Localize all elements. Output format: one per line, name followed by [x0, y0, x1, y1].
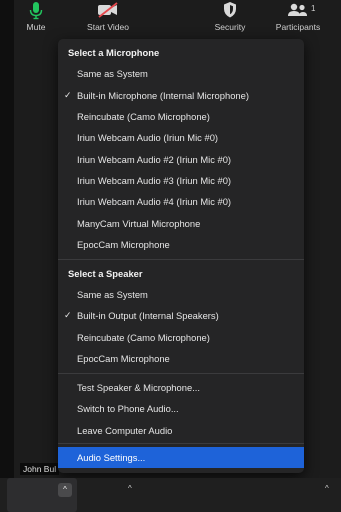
switch-phone-audio-item[interactable]: Switch to Phone Audio... [58, 398, 304, 419]
participant-name-tag: John Bul [20, 463, 60, 475]
menu-item-label: Reincubate (Camo Microphone) [77, 111, 210, 122]
start-video-button[interactable]: Start Video [76, 0, 140, 34]
menu-item-label: Iriun Webcam Audio (Iriun Mic #0) [77, 132, 219, 143]
menu-item-mic-6[interactable]: Iriun Webcam Audio #4 (Iriun Mic #0) [58, 191, 304, 212]
audio-options-caret-button[interactable]: ^ [58, 483, 72, 497]
menu-item-label: Same as System [77, 289, 148, 300]
menu-item-mic-2[interactable]: Reincubate (Camo Microphone) [58, 106, 304, 127]
audio-settings-item[interactable]: Audio Settings... [58, 447, 304, 468]
menu-item-label: Iriun Webcam Audio #3 (Iriun Mic #0) [77, 175, 232, 186]
menu-item-label: Built-in Microphone (Internal Microphone… [77, 90, 249, 101]
menu-item-label: Iriun Webcam Audio #4 (Iriun Mic #0) [77, 196, 232, 207]
checkmark-icon: ✓ [64, 310, 72, 320]
menu-item-mic-5[interactable]: Iriun Webcam Audio #3 (Iriun Mic #0) [58, 170, 304, 191]
leave-computer-audio-item[interactable]: Leave Computer Audio [58, 420, 304, 441]
menu-item-mic-3[interactable]: Iriun Webcam Audio (Iriun Mic #0) [58, 127, 304, 148]
menu-item-label: Reincubate (Camo Microphone) [77, 332, 210, 343]
chevron-up-icon: ^ [63, 485, 67, 494]
security-label: Security [214, 22, 246, 32]
menu-item-mic-1[interactable]: ✓ Built-in Microphone (Internal Microphon… [58, 85, 304, 106]
menu-item-label: ManyCam Virtual Microphone [77, 218, 201, 229]
menu-item-label: Leave Computer Audio [77, 425, 173, 436]
menu-item-label: Iriun Webcam Audio #2 (Iriun Mic #0) [77, 154, 232, 165]
microphone-section-header: Select a Microphone [68, 47, 160, 58]
menu-item-mic-0[interactable]: Same as System [58, 63, 304, 84]
test-speaker-mic-item[interactable]: Test Speaker & Microphone... [58, 377, 304, 398]
chevron-up-icon[interactable]: ^ [325, 484, 329, 493]
menu-divider [58, 259, 304, 260]
speaker-section-header: Select a Speaker [68, 268, 143, 279]
mute-button[interactable]: Mute [14, 0, 58, 34]
menu-item-speaker-0[interactable]: Same as System [58, 284, 304, 305]
video-left-strip [0, 0, 14, 478]
menu-item-label: Built-in Output (Internal Speakers) [77, 310, 219, 321]
people-icon [288, 3, 307, 16]
participants-count: 1 [311, 4, 316, 13]
menu-divider [58, 443, 304, 444]
menu-item-label: Test Speaker & Microphone... [77, 382, 200, 393]
mute-label: Mute [26, 22, 46, 32]
menu-item-label: Same as System [77, 68, 148, 79]
menu-item-label: EpocCam Microphone [77, 239, 170, 250]
menu-item-label: Audio Settings... [77, 452, 146, 463]
video-off-icon [98, 2, 118, 18]
microphone-icon [29, 2, 43, 20]
menu-item-speaker-1[interactable]: ✓ Built-in Output (Internal Speakers) [58, 305, 304, 326]
chevron-up-icon[interactable]: ^ [128, 484, 132, 493]
menu-item-mic-4[interactable]: Iriun Webcam Audio #2 (Iriun Mic #0) [58, 149, 304, 170]
checkmark-icon: ✓ [64, 90, 72, 100]
participants-label: Participants [275, 22, 321, 32]
menu-item-speaker-3[interactable]: EpocCam Microphone [58, 348, 304, 369]
menu-item-speaker-2[interactable]: Reincubate (Camo Microphone) [58, 327, 304, 348]
menu-divider [58, 373, 304, 374]
menu-item-label: Switch to Phone Audio... [77, 403, 179, 414]
menu-item-label: EpocCam Microphone [77, 353, 170, 364]
menu-item-mic-7[interactable]: ManyCam Virtual Microphone [58, 213, 304, 234]
participants-button[interactable]: 1 Participants [268, 0, 328, 34]
menu-item-mic-8[interactable]: EpocCam Microphone [58, 234, 304, 255]
shield-icon [224, 2, 236, 18]
start-video-label: Start Video [87, 22, 129, 32]
security-button[interactable]: Security [200, 0, 260, 34]
audio-options-menu: Select a Microphone Same as System ✓ Buil… [58, 39, 304, 473]
